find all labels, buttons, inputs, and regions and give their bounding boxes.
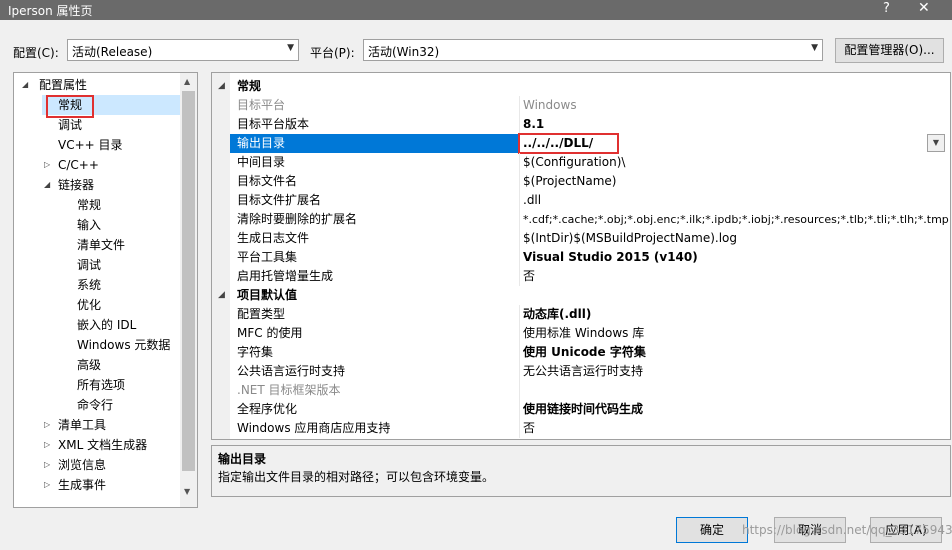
chevron-down-icon[interactable]: ▼ [927, 134, 945, 152]
tree-item-browse-info[interactable]: 浏览信息 [58, 455, 106, 475]
expand-arrow-icon[interactable]: ◢ [44, 180, 50, 189]
config-label: 配置(C): [13, 46, 59, 60]
tree-item-linker-debug[interactable]: 调试 [77, 255, 101, 275]
config-value: 活动(Release) [72, 45, 153, 59]
config-select[interactable]: 活动(Release) ▼ [67, 39, 299, 61]
grid-row[interactable]: 目标文件扩展名 .dll [212, 191, 950, 210]
collapsed-arrow-icon[interactable]: ▷ [44, 440, 50, 449]
grid-row[interactable]: 中间目录 $(Configuration)\ [212, 153, 950, 172]
grid-row[interactable]: .NET 目标框架版本 [212, 381, 950, 400]
grid-row[interactable]: 目标平台 Windows [212, 96, 950, 115]
help-icon[interactable]: ? [883, 1, 890, 16]
tree-item-linker-system[interactable]: 系统 [77, 275, 101, 295]
platform-value: 活动(Win32) [368, 45, 440, 59]
scroll-up-icon[interactable]: ▲ [184, 77, 190, 86]
grid-row[interactable]: MFC 的使用 使用标准 Windows 库 [212, 324, 950, 343]
grid-row[interactable]: 目标文件名 $(ProjectName) [212, 172, 950, 191]
grid-row[interactable]: 全程序优化 使用链接时间代码生成 [212, 400, 950, 419]
tree-item-linker-cmdline[interactable]: 命令行 [77, 395, 113, 415]
tree-item-xml-doc[interactable]: XML 文档生成器 [58, 435, 147, 455]
category-project-defaults[interactable]: ◢ 项目默认值 [212, 286, 950, 305]
tree-item-debug[interactable]: 调试 [58, 115, 82, 135]
expand-arrow-icon[interactable]: ◢ [22, 80, 28, 89]
tree-item-linker-advanced[interactable]: 高级 [77, 355, 101, 375]
grid-row[interactable]: 清除时要删除的扩展名 *.cdf;*.cache;*.obj;*.obj.enc… [212, 210, 950, 229]
tree-item-manifest-tool[interactable]: 清单工具 [58, 415, 106, 435]
collapse-arrow-icon[interactable]: ◢ [218, 286, 225, 305]
tree-item-cpp[interactable]: C/C++ [58, 155, 99, 175]
tree-item-linker-all-options[interactable]: 所有选项 [77, 375, 125, 395]
tree-item-linker-manifest[interactable]: 清单文件 [77, 235, 125, 255]
tree-item-linker[interactable]: 链接器 [58, 175, 94, 195]
config-manager-button[interactable]: 配置管理器(O)... [835, 38, 944, 63]
grid-row[interactable]: Windows 应用商店应用支持 否 [212, 419, 950, 438]
tree-scrollbar[interactable]: ▲ ▼ [180, 73, 197, 507]
title-bar: Iperson 属性页 ? ✕ [0, 0, 952, 20]
tree-item-linker-optimization[interactable]: 优化 [77, 295, 101, 315]
grid-row[interactable]: 启用托管增量生成 否 [212, 267, 950, 286]
grid-row[interactable]: 字符集 使用 Unicode 字符集 [212, 343, 950, 362]
grid-row[interactable]: 生成日志文件 $(IntDir)$(MSBuildProjectName).lo… [212, 229, 950, 248]
grid-row[interactable]: 平台工具集 Visual Studio 2015 (v140) [212, 248, 950, 267]
ok-button[interactable]: 确定 [676, 517, 748, 543]
tree-item-build-events[interactable]: 生成事件 [58, 475, 106, 495]
collapsed-arrow-icon[interactable]: ▷ [44, 420, 50, 429]
description-panel: 输出目录 指定输出文件目录的相对路径；可以包含环境变量。 [211, 445, 951, 497]
watermark: https://blog.csdn.net/qq_33175943 [742, 523, 952, 537]
property-grid: ◢ 常规 目标平台 Windows 目标平台版本 8.1 输出目录 ../../… [211, 72, 951, 440]
scrollbar-thumb[interactable] [182, 91, 195, 471]
description-title: 输出目录 [218, 452, 267, 466]
tree-item-linker-general[interactable]: 常规 [77, 195, 101, 215]
platform-select[interactable]: 活动(Win32) ▼ [363, 39, 823, 61]
grid-row[interactable]: 公共语言运行时支持 无公共语言运行时支持 [212, 362, 950, 381]
collapsed-arrow-icon[interactable]: ▷ [44, 480, 50, 489]
tree-item-linker-winmd[interactable]: Windows 元数据 [77, 335, 170, 355]
grid-row[interactable]: 配置类型 动态库(.dll) [212, 305, 950, 324]
window-title: Iperson 属性页 [8, 4, 93, 18]
collapsed-arrow-icon[interactable]: ▷ [44, 460, 50, 469]
scroll-down-icon[interactable]: ▼ [184, 487, 190, 496]
tree-item-vc-dirs[interactable]: VC++ 目录 [58, 135, 123, 155]
category-general[interactable]: ◢ 常规 [212, 77, 950, 96]
chevron-down-icon: ▼ [811, 43, 818, 53]
highlight-box [518, 133, 619, 154]
grid-row[interactable]: 目标平台版本 8.1 [212, 115, 950, 134]
description-text: 指定输出文件目录的相对路径；可以包含环境变量。 [218, 470, 495, 484]
property-tree: ◢ 配置属性 常规 调试 VC++ 目录 ▷ C/C++ ◢ 链接器 常规 输入… [13, 72, 198, 508]
chevron-down-icon: ▼ [287, 43, 294, 53]
tree-item-linker-idl[interactable]: 嵌入的 IDL [77, 315, 136, 335]
collapsed-arrow-icon[interactable]: ▷ [44, 160, 50, 169]
platform-label: 平台(P): [310, 46, 355, 60]
collapse-arrow-icon[interactable]: ◢ [218, 77, 225, 96]
tree-item-linker-input[interactable]: 输入 [77, 215, 101, 235]
close-icon[interactable]: ✕ [918, 0, 930, 16]
tree-item-config-properties[interactable]: 配置属性 [39, 75, 87, 95]
